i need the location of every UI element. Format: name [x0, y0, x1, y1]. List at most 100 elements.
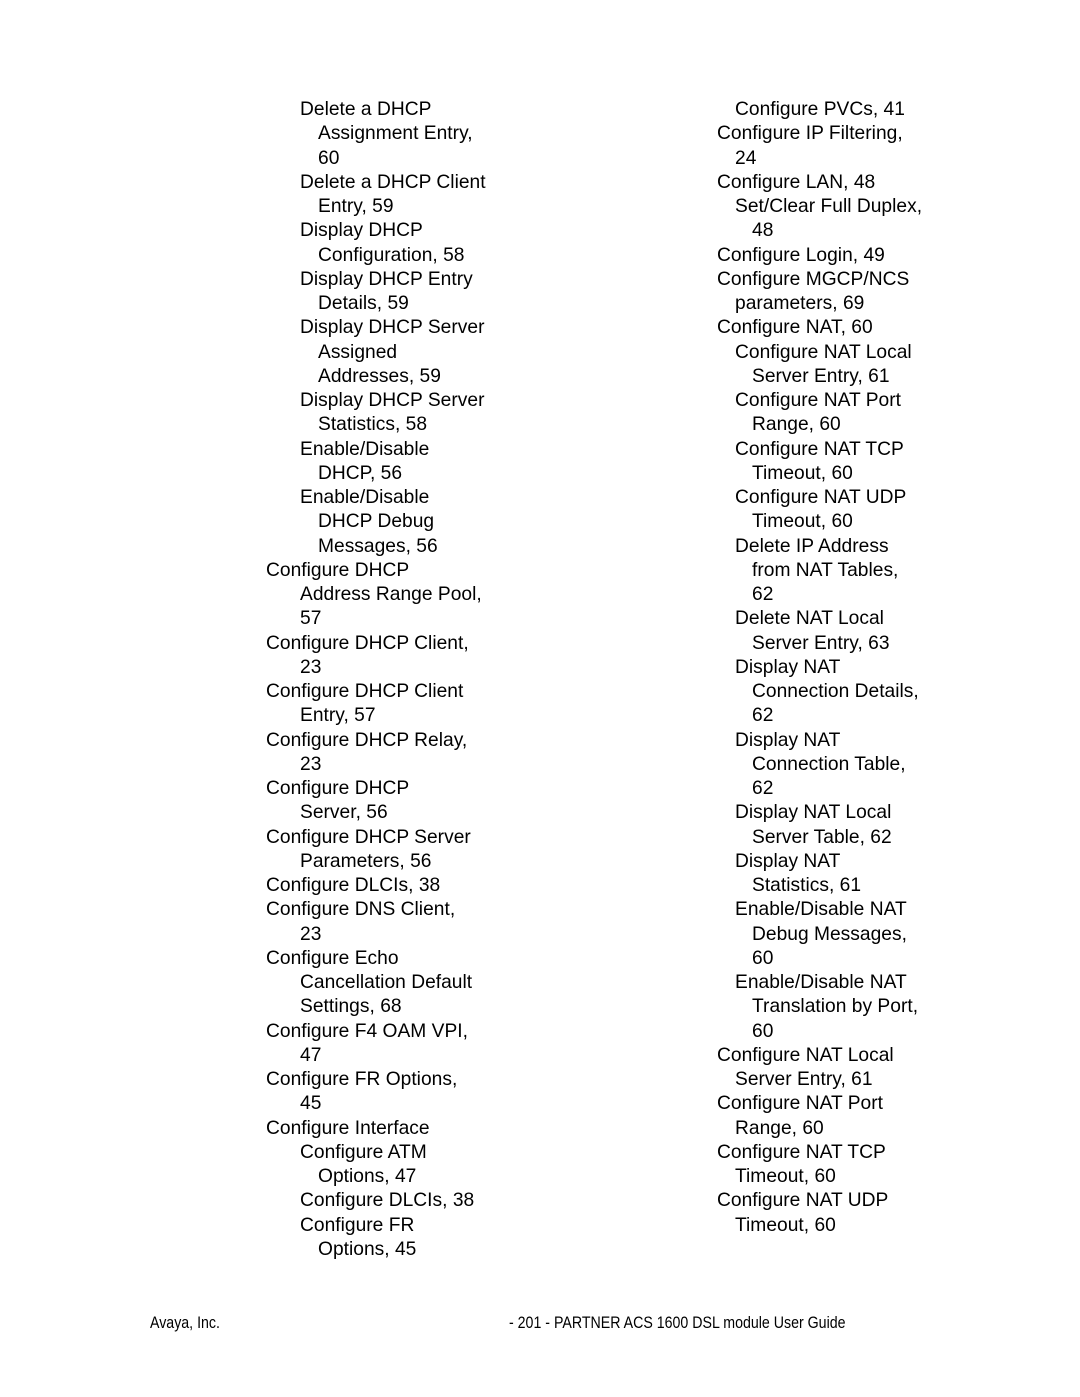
index-entry-line: 48 — [752, 220, 774, 242]
index-entry-line: Configure ATM — [300, 1141, 427, 1163]
index-entry-line: DHCP Debug — [318, 511, 435, 533]
index-entry-line: Delete IP Address — [735, 535, 889, 557]
index-entry-line: Display NAT — [735, 850, 841, 872]
index-entry-line: Configure LAN, 48 — [717, 171, 876, 193]
index-entry-line: Delete NAT Local — [735, 608, 884, 630]
index-entry-line: Configure FR Options, — [266, 1069, 458, 1090]
index-entry-line: Translation by Port, — [752, 996, 919, 1018]
index-entry-line: DHCP, 56 — [318, 462, 403, 484]
index-entry-line: Configure PVCs, 41 — [735, 99, 905, 120]
index-entry-line: Display NAT — [735, 729, 841, 751]
index-entry-line: Enable/Disable NAT — [735, 972, 907, 993]
index-entry-line: Entry, 59 — [318, 196, 394, 217]
index-entry-line: parameters, 69 — [735, 293, 865, 314]
index-entry-line: 23 — [300, 923, 322, 945]
index-entry-line: Display DHCP Server — [300, 390, 485, 411]
index-entry-line: Configure DHCP Relay, — [266, 729, 468, 751]
index-entry-line: Entry, 57 — [300, 705, 376, 727]
index-entry-line: 62 — [752, 584, 774, 605]
index-entry-line: Options, 47 — [318, 1166, 417, 1187]
index-entry-line: Display DHCP — [300, 220, 423, 242]
index-entry-line: Timeout, 60 — [735, 1166, 836, 1187]
index-entry-line: 24 — [735, 147, 757, 169]
index-entry-line: Display DHCP Server — [300, 317, 485, 339]
index-entry-line: Delete a DHCP Client — [300, 171, 486, 193]
index-column-left: Delete a DHCP Assignment Entry, 60 Delete a… — [266, 98, 583, 1262]
index-entry-line: Addresses, 59 — [318, 365, 441, 387]
index-entry-line: 62 — [752, 705, 774, 727]
index-entry-line: Timeout, 60 — [735, 1214, 836, 1236]
index-entry-line: Configure NAT Port — [735, 390, 902, 411]
index-entry-line: Options, 45 — [318, 1238, 417, 1260]
index-entry-line: Configure DHCP Client — [266, 681, 464, 702]
index-entry-line: Range, 60 — [752, 414, 841, 436]
index-entry-line: 47 — [300, 1044, 322, 1066]
index-entry-line: 60 — [752, 1020, 774, 1042]
page-footer: Avaya, Inc. - 201 - PARTNER ACS 1600 DSL… — [0, 1313, 1080, 1343]
index-entry-line: Timeout, 60 — [752, 511, 853, 533]
index-entry-line: Display NAT Local — [735, 802, 892, 824]
index-column-right: Configure PVCs, 41 Configure IP Filtering… — [700, 98, 1000, 1238]
index-entry-line: Configure DHCP Client, — [266, 632, 469, 654]
index-entry-line: Statistics, 61 — [752, 875, 862, 896]
index-entry-line: Messages, 56 — [318, 535, 438, 557]
index-entry-line: Configuration, 58 — [318, 244, 465, 266]
index-entry-line: Settings, 68 — [300, 996, 402, 1018]
index-entry-line: Set/Clear Full Duplex, — [735, 196, 923, 217]
index-entry-line: Server Table, 62 — [752, 826, 892, 848]
index-entry-line: Details, 59 — [318, 293, 409, 314]
index-entry-line: Configure DLCIs, 38 — [266, 875, 441, 896]
index-entry-line: Address Range Pool, — [300, 584, 482, 605]
index-entry-line: Enable/Disable — [300, 487, 430, 508]
index-body: Delete a DHCP Assignment Entry, 60 Delete a… — [0, 0, 1080, 1290]
index-entry-line: 23 — [300, 656, 322, 678]
index-entry-line: Configure NAT TCP — [717, 1141, 886, 1163]
footer-company-name: Avaya, Inc. — [150, 1314, 220, 1332]
document-page: Delete a DHCP Assignment Entry, 60 Delete a… — [0, 0, 1080, 1397]
index-entry-line: 57 — [300, 608, 322, 630]
index-entry-line: Enable/Disable NAT — [735, 899, 907, 921]
index-entry-line: 60 — [752, 947, 774, 969]
index-entry-line: Delete a DHCP — [300, 99, 432, 120]
index-entry-line: from NAT Tables, — [752, 559, 899, 581]
index-entry-line: Configure DHCP — [266, 778, 410, 799]
index-entry-line: Configure NAT Port — [717, 1093, 884, 1115]
index-entry-line: Server Entry, 61 — [752, 365, 890, 387]
index-entry-line: Configure Interface — [266, 1117, 430, 1139]
footer-page-and-title: - 201 - PARTNER ACS 1600 DSL module User… — [509, 1314, 846, 1332]
index-entry-line: 60 — [318, 147, 340, 169]
index-entry-line: Statistics, 58 — [318, 414, 428, 436]
index-entry-line: Cancellation Default — [300, 972, 473, 993]
index-entry-line: Server, 56 — [300, 802, 388, 824]
index-entry-line: Display DHCP Entry — [300, 268, 473, 290]
index-entry-line: Configure IP Filtering, — [717, 123, 903, 145]
index-entry-line: Configure Login, 49 — [717, 244, 885, 266]
index-entry-line: Connection Table, — [752, 753, 906, 775]
index-entry-line: Configure MGCP/NCS — [717, 268, 910, 290]
index-entry-line: Configure NAT UDP — [717, 1190, 889, 1212]
index-entry-line: Display NAT — [735, 656, 841, 678]
index-entry-line: Range, 60 — [735, 1117, 824, 1139]
index-entry-line: Configure DHCP Server — [266, 826, 471, 848]
index-entry-line: Parameters, 56 — [300, 850, 432, 872]
index-entry-line: Configure DHCP — [266, 559, 410, 581]
index-entry-line: Configure DNS Client, — [266, 899, 456, 921]
index-entry-line: Server Entry, 63 — [752, 632, 890, 654]
index-entry-line: Enable/Disable — [300, 438, 430, 460]
index-entry-line: Connection Details, — [752, 681, 919, 702]
index-entry-line: Configure NAT Local — [735, 341, 912, 363]
index-entry-line: Timeout, 60 — [752, 462, 853, 484]
index-entry-line: Configure NAT Local — [717, 1044, 894, 1066]
index-entry-line: 62 — [752, 778, 774, 799]
index-entry-line: Configure Echo — [266, 947, 399, 969]
index-entry-line: Assignment Entry, — [318, 123, 473, 145]
index-entry-line: Server Entry, 61 — [735, 1069, 873, 1090]
index-entry-line: Configure NAT UDP — [735, 487, 907, 508]
index-entry-line: Assigned — [318, 341, 398, 363]
index-entry-line: Configure NAT, 60 — [717, 317, 873, 339]
index-entry-line: Configure NAT TCP — [735, 438, 904, 460]
index-entry-line: Debug Messages, — [752, 923, 907, 945]
index-entry-line: Configure FR — [300, 1214, 415, 1236]
index-entry-line: Configure F4 OAM VPI, — [266, 1020, 468, 1042]
index-entry-line: 23 — [300, 753, 322, 775]
